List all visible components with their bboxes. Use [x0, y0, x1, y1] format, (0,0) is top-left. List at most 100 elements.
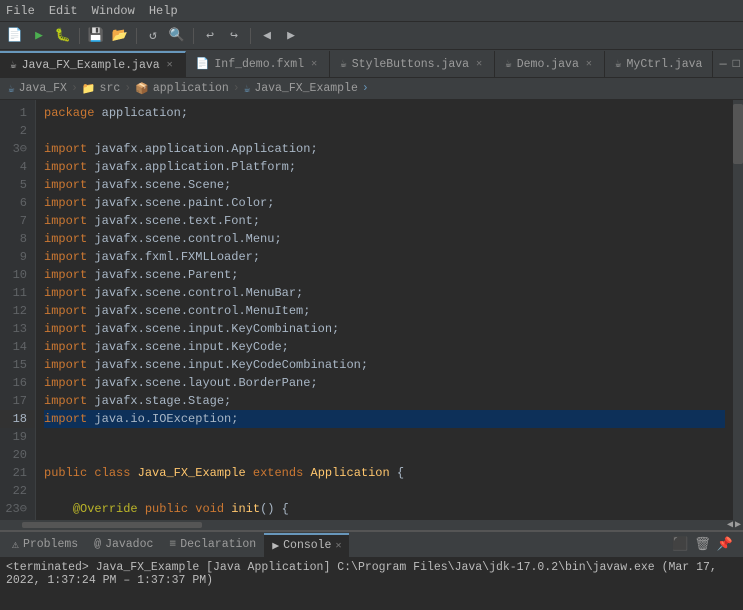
tab-close-java-fx[interactable]: ✕	[165, 58, 175, 72]
javadoc-icon: @	[94, 538, 101, 551]
console-icon: ▶	[272, 538, 279, 553]
menu-bar: File Edit Window Help	[0, 0, 743, 22]
tab-style-buttons[interactable]: ☕ StyleButtons.java ✕	[330, 51, 495, 77]
toolbar-save[interactable]: 💾	[85, 25, 107, 47]
console-output: <terminated> Java_FX_Example [Java Appli…	[0, 558, 743, 610]
toolbar-back[interactable]: ◀	[256, 25, 278, 47]
console-text: <terminated> Java_FX_Example [Java Appli…	[6, 561, 717, 587]
bottom-tab-bar: ⚠ Problems @ Javadoc ≡ Declaration ▶ Con…	[0, 532, 743, 558]
bottom-tab-problems[interactable]: ⚠ Problems	[4, 533, 86, 557]
editor-container: 1 2 3⊖ 4 5 6 7 8 9 10 11 12 13 14 15 16 …	[0, 100, 743, 520]
ln-4: 4	[0, 158, 35, 176]
tab-icon-java-fx: ☕	[10, 58, 17, 72]
code-line-15: import javafx.scene.input.KeyCodeCombina…	[44, 356, 725, 374]
breadcrumb-project[interactable]: Java_FX	[19, 82, 67, 95]
tab-inf-demo[interactable]: 📄 Inf_demo.fxml ✕	[186, 51, 330, 77]
toolbar-new[interactable]: 📄	[4, 25, 26, 47]
javadoc-label: Javadoc	[105, 538, 153, 551]
code-line-16: import javafx.scene.layout.BorderPane;	[44, 374, 725, 392]
console-clear-btn[interactable]: 🗑	[694, 537, 711, 552]
breadcrumb-sep-1: ›	[71, 82, 78, 95]
tab-label-java-fx: Java_FX_Example.java	[22, 59, 160, 72]
v-scrollbar-thumb[interactable]	[733, 104, 743, 164]
declaration-label: Declaration	[180, 538, 256, 551]
ln-21: 21	[0, 464, 35, 482]
toolbar-forward[interactable]: ▶	[280, 25, 302, 47]
toolbar-run[interactable]: ▶	[28, 25, 50, 47]
code-line-13: import javafx.scene.input.KeyCombination…	[44, 320, 725, 338]
bottom-panel: ⚠ Problems @ Javadoc ≡ Declaration ▶ Con…	[0, 530, 743, 610]
ln-22: 22	[0, 482, 35, 500]
problems-icon: ⚠	[12, 537, 19, 552]
breadcrumb-src[interactable]: src	[100, 82, 121, 95]
breadcrumb-src-icon: 📁	[82, 82, 96, 96]
tab-java-fx-example[interactable]: ☕ Java_FX_Example.java ✕	[0, 51, 186, 77]
bottom-tab-declaration[interactable]: ≡ Declaration	[161, 533, 264, 557]
menu-file[interactable]: File	[6, 4, 35, 18]
tab-close-inf-demo[interactable]: ✕	[309, 57, 319, 71]
code-line-21: public class Java_FX_Example extends App…	[44, 464, 725, 482]
toolbar-sep-3	[193, 28, 194, 44]
code-editor[interactable]: package application; import javafx.appli…	[36, 100, 733, 520]
ln-1: 1	[0, 104, 35, 122]
horizontal-scrollbar[interactable]: ◀ ▶	[0, 520, 743, 530]
breadcrumb-icon: ☕	[8, 82, 15, 96]
console-pin-btn[interactable]: 📌	[717, 537, 733, 552]
ln-2: 2	[0, 122, 35, 140]
tab-icon-style-buttons: ☕	[340, 57, 347, 71]
toolbar-sep-1	[79, 28, 80, 44]
tab-minimize-btn[interactable]: —	[719, 57, 726, 71]
ln-9: 9	[0, 248, 35, 266]
ln-8: 8	[0, 230, 35, 248]
breadcrumb: ☕ Java_FX › 📁 src › 📦 application › ☕ Ja…	[0, 78, 743, 100]
bottom-tab-javadoc[interactable]: @ Javadoc	[86, 533, 161, 557]
code-line-12: import javafx.scene.control.MenuItem;	[44, 302, 725, 320]
toolbar-refresh[interactable]: ↺	[142, 25, 164, 47]
code-line-19	[44, 428, 725, 446]
code-line-20	[44, 446, 725, 464]
tab-close-demo[interactable]: ✕	[584, 57, 594, 71]
bottom-tab-console[interactable]: ▶ Console ✕	[264, 533, 349, 557]
code-line-22	[44, 482, 725, 500]
menu-edit[interactable]: Edit	[49, 4, 78, 18]
menu-window[interactable]: Window	[92, 4, 135, 18]
toolbar-sep-4	[250, 28, 251, 44]
tab-maximize-btn[interactable]: □	[733, 57, 740, 71]
tab-label-demo: Demo.java	[517, 58, 579, 71]
breadcrumb-arrow: ›	[362, 82, 369, 95]
tab-icon-inf-demo: 📄	[196, 57, 210, 71]
console-terminate-btn[interactable]: ⬛	[672, 537, 688, 552]
h-scrollbar-thumb[interactable]	[22, 522, 202, 528]
code-line-6: import javafx.scene.paint.Color;	[44, 194, 725, 212]
code-line-23: @Override public void init() {	[44, 500, 725, 518]
ln-6: 6	[0, 194, 35, 212]
code-line-10: import javafx.scene.Parent;	[44, 266, 725, 284]
code-line-3: import javafx.application.Application;	[44, 140, 725, 158]
tab-label-myctrl: MyCtrl.java	[627, 58, 703, 71]
ln-14: 14	[0, 338, 35, 356]
code-line-17: import javafx.stage.Stage;	[44, 392, 725, 410]
breadcrumb-sep-3: ›	[233, 82, 240, 95]
toolbar-undo[interactable]: ↩	[199, 25, 221, 47]
editor-tab-bar: ☕ Java_FX_Example.java ✕ 📄 Inf_demo.fxml…	[0, 50, 743, 78]
console-close[interactable]: ✕	[335, 540, 341, 552]
ln-20: 20	[0, 446, 35, 464]
tab-icon-demo: ☕	[505, 57, 512, 71]
ln-16: 16	[0, 374, 35, 392]
toolbar-debug[interactable]: 🐛	[52, 25, 74, 47]
breadcrumb-class[interactable]: Java_FX_Example	[254, 82, 358, 95]
toolbar-search[interactable]: 🔍	[166, 25, 188, 47]
menu-help[interactable]: Help	[149, 4, 178, 18]
tab-demo[interactable]: ☕ Demo.java ✕	[495, 51, 605, 77]
toolbar-open[interactable]: 📂	[109, 25, 131, 47]
code-line-2	[44, 122, 725, 140]
toolbar-redo[interactable]: ↪	[223, 25, 245, 47]
code-line-1: package application;	[44, 104, 725, 122]
tab-label-inf-demo: Inf_demo.fxml	[214, 58, 304, 71]
tab-close-style-buttons[interactable]: ✕	[474, 57, 484, 71]
vertical-scrollbar[interactable]	[733, 100, 743, 520]
breadcrumb-application[interactable]: application	[153, 82, 229, 95]
code-line-14: import javafx.scene.input.KeyCode;	[44, 338, 725, 356]
tab-myctrl[interactable]: ☕ MyCtrl.java	[605, 51, 714, 77]
ln-15: 15	[0, 356, 35, 374]
